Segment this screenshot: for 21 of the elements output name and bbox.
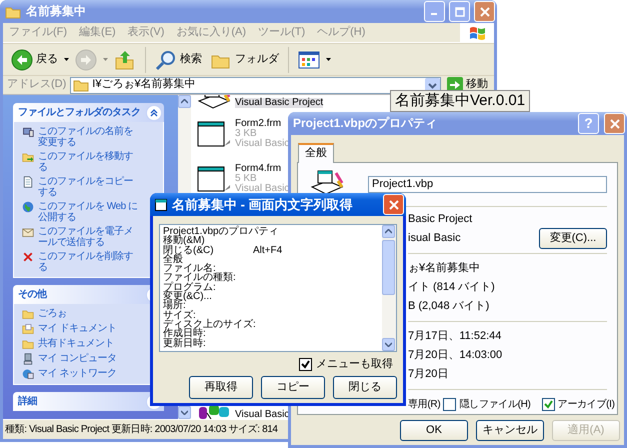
property-value: B (2,048 バイト) xyxy=(408,300,490,314)
file-type: Visual Basic xyxy=(235,410,290,419)
property-value: 7月20日、14:03:00 xyxy=(408,349,502,362)
property-value: イト (814 バイト) xyxy=(408,281,495,294)
shortcut-text: Alt+F4 xyxy=(253,246,282,255)
address-label: アドレス(D) xyxy=(7,78,66,92)
file-type: Visual Basic xyxy=(235,184,290,194)
file-type: Visual Basic xyxy=(235,139,290,149)
window-title: 名前募集中 xyxy=(26,4,87,19)
property-value: isual Basic xyxy=(408,232,461,246)
property-value: 7月17日、11:52:44 xyxy=(408,330,502,344)
file-size: 5 KB xyxy=(235,174,257,184)
window-title: Project1.vbpのプロパティ xyxy=(293,116,438,131)
file-type: Visual Basic Project xyxy=(235,98,324,108)
file-size: 3 KB xyxy=(235,129,257,139)
property-value: 7月20日 xyxy=(408,368,448,382)
property-value: Basic Project xyxy=(408,213,472,226)
tooltip: 名前募集中Ver.0.01 xyxy=(390,90,530,112)
window-title: 名前募集中 - 画面内文字列取得 xyxy=(172,196,354,212)
property-value: ぉ¥名前募集中 xyxy=(408,262,480,276)
attribute-label: 専用(R) xyxy=(408,398,440,411)
